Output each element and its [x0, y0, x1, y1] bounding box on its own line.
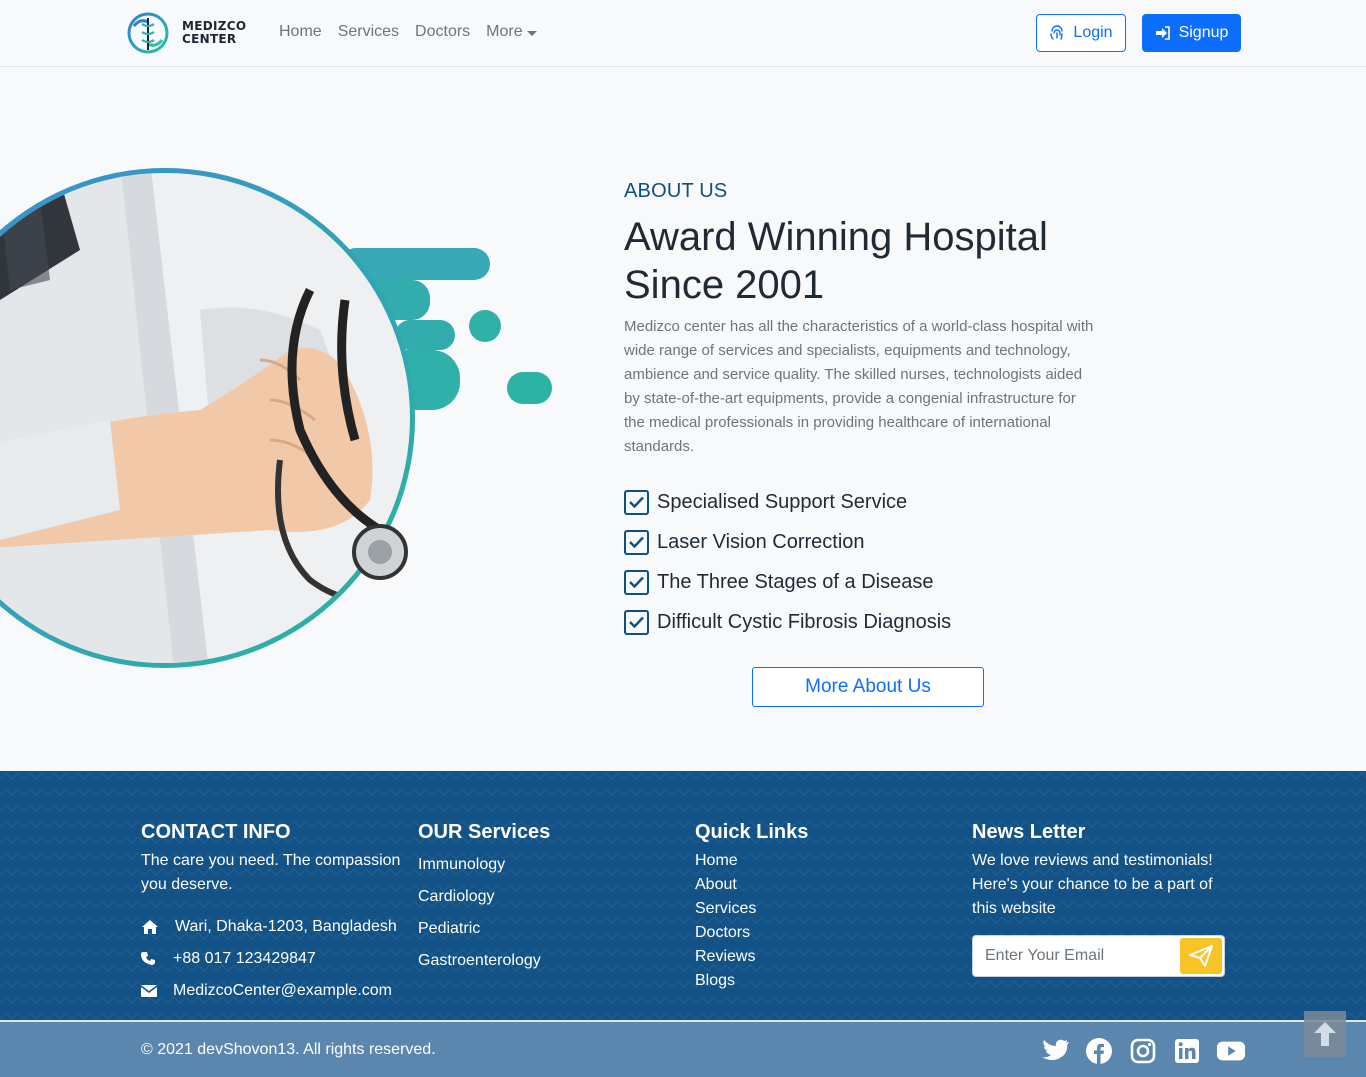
- newsletter-email-input[interactable]: Enter Your Email: [985, 947, 1104, 965]
- paper-plane-icon: [1189, 945, 1213, 967]
- newsletter-heading: News Letter: [972, 821, 1086, 843]
- copyright-text: © 2021 devShovon13. All rights reserved.: [141, 1041, 436, 1058]
- quick-link[interactable]: Reviews: [695, 945, 935, 969]
- envelope-icon: [141, 985, 157, 997]
- home-icon: [142, 920, 158, 934]
- caduceus-logo-icon: [127, 12, 169, 54]
- nav-services[interactable]: Services: [338, 23, 399, 41]
- checklist-label: Difficult Cystic Fibrosis Diagnosis: [657, 610, 952, 633]
- scroll-to-top-button[interactable]: [1304, 1011, 1346, 1057]
- youtube-icon[interactable]: [1216, 1036, 1246, 1066]
- checklist-label: Specialised Support Service: [657, 490, 908, 513]
- email-text[interactable]: MedizcoCenter@example.com: [173, 982, 392, 1000]
- facebook-icon[interactable]: [1084, 1036, 1114, 1066]
- nav-more-label: More: [486, 23, 523, 40]
- address-text: Wari, Dhaka-1203, Bangladesh: [175, 918, 397, 935]
- checklist-label: Laser Vision Correction: [657, 530, 865, 553]
- caret-down-icon: [526, 30, 537, 36]
- login-label: Login: [1073, 24, 1113, 41]
- footer: CONTACT INFO The care you need. The comp…: [0, 771, 1366, 1020]
- checkbox-checked-icon: [624, 569, 649, 595]
- quick-link[interactable]: About: [695, 873, 935, 897]
- quick-link[interactable]: Blogs: [695, 969, 935, 993]
- brand-line2: CENTER: [182, 32, 237, 46]
- about-title: Award Winning Hospital Since 2001: [624, 215, 1048, 307]
- service-link[interactable]: Pediatric: [418, 913, 658, 945]
- service-link[interactable]: Immunology: [418, 849, 658, 881]
- newsletter-submit-button[interactable]: [1180, 938, 1222, 974]
- nav-home[interactable]: Home: [279, 23, 322, 41]
- checkbox-checked-icon: [624, 529, 649, 555]
- nav-more-dropdown[interactable]: More: [486, 23, 537, 41]
- feature-checklist: Specialised Support Service Laser Vision…: [624, 482, 951, 642]
- navbar: MEDIZCO CENTER Home Services Doctors Mor…: [0, 0, 1366, 67]
- main-nav: Home Services Doctors More: [279, 23, 537, 41]
- brand-logo[interactable]: MEDIZCO CENTER: [124, 12, 246, 54]
- signup-button[interactable]: Signup: [1142, 14, 1241, 52]
- twitter-icon[interactable]: [1040, 1036, 1070, 1066]
- contact-info-column: CONTACT INFO The care you need. The comp…: [141, 819, 401, 1007]
- email-line: MedizcoCenter@example.com: [141, 975, 401, 1007]
- checklist-label: The Three Stages of a Disease: [657, 570, 934, 593]
- checkbox-checked-icon: [624, 609, 649, 635]
- instagram-icon[interactable]: [1128, 1036, 1158, 1066]
- quick-link[interactable]: Services: [695, 897, 935, 921]
- quick-links-heading: Quick Links: [695, 821, 809, 843]
- about-subtitle: ABOUT US: [624, 180, 728, 202]
- fingerprint-icon: [1050, 25, 1064, 40]
- phone-text: +88 017 123429847: [173, 950, 316, 967]
- service-link[interactable]: Cardiology: [418, 881, 658, 913]
- bottom-bar: © 2021 devShovon13. All rights reserved.: [0, 1020, 1366, 1077]
- more-about-us-button[interactable]: More About Us: [752, 667, 984, 707]
- social-links: [1040, 1036, 1246, 1066]
- service-link[interactable]: Gastroenterology: [418, 945, 658, 977]
- services-column: OUR Services Immunology Cardiology Pedia…: [418, 819, 658, 977]
- contact-tagline: The care you need. The compassion you de…: [141, 852, 401, 893]
- quick-links-column: Quick Links Home About Services Doctors …: [695, 819, 935, 993]
- quick-link[interactable]: Home: [695, 849, 935, 873]
- newsletter-form: Enter Your Email: [972, 935, 1225, 977]
- checklist-item: Specialised Support Service: [624, 482, 951, 522]
- phone-icon: [141, 952, 155, 965]
- checklist-item: The Three Stages of a Disease: [624, 562, 951, 602]
- about-description: Medizco center has all the characteristi…: [624, 318, 1094, 455]
- contact-heading: CONTACT INFO: [141, 821, 291, 843]
- nav-doctors[interactable]: Doctors: [415, 23, 470, 41]
- checkbox-checked-icon: [624, 489, 649, 515]
- linkedin-icon[interactable]: [1172, 1036, 1202, 1066]
- services-heading: OUR Services: [418, 821, 551, 843]
- checklist-item: Laser Vision Correction: [624, 522, 951, 562]
- address-line: Wari, Dhaka-1203, Bangladesh: [141, 911, 401, 943]
- sign-in-icon: [1155, 26, 1170, 40]
- arrow-up-icon: [1314, 1022, 1336, 1046]
- checklist-item: Difficult Cystic Fibrosis Diagnosis: [624, 602, 951, 642]
- doctor-stethoscope-image: [0, 168, 552, 668]
- newsletter-text: We love reviews and testimonials! Here's…: [972, 852, 1213, 917]
- login-button[interactable]: Login: [1036, 14, 1126, 52]
- quick-link[interactable]: Doctors: [695, 921, 935, 945]
- signup-label: Signup: [1178, 24, 1229, 41]
- newsletter-column: News Letter We love reviews and testimon…: [972, 819, 1232, 977]
- phone-line: +88 017 123429847: [141, 943, 401, 975]
